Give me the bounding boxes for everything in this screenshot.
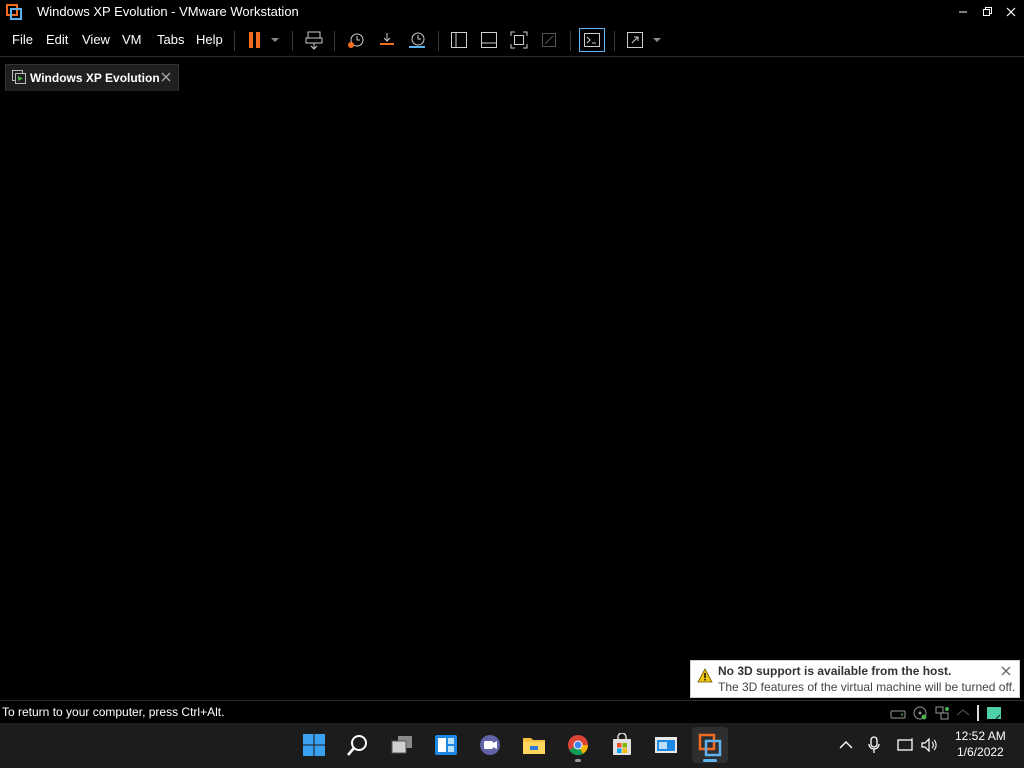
notification-title: No 3D support is available from the host… (718, 664, 952, 678)
status-bar: To return to your computer, press Ctrl+A… (0, 700, 1024, 724)
menu-tabs[interactable]: Tabs (157, 32, 184, 47)
take-snapshot-icon[interactable] (343, 28, 369, 52)
running-indicator (575, 759, 581, 762)
pause-button[interactable] (242, 28, 268, 52)
taskbar-clock-time[interactable]: 12:52 AM (955, 729, 1006, 743)
toolbar-separator (570, 31, 571, 51)
windows-taskbar: 12:52 AM 1/6/2022 (0, 723, 1024, 768)
close-window-button[interactable] (998, 0, 1024, 24)
remote-desktop-icon[interactable] (648, 727, 684, 763)
send-ctrl-alt-del-icon[interactable] (301, 28, 327, 52)
microsoft-store-icon[interactable] (604, 727, 640, 763)
tab-label: Windows XP Evolution (30, 71, 160, 85)
active-indicator (703, 759, 717, 762)
teams-chat-icon[interactable] (472, 727, 508, 763)
task-view-icon[interactable] (384, 727, 420, 763)
toolbar-separator (292, 31, 293, 51)
title-bar: Windows XP Evolution - VMware Workstatio… (0, 0, 1024, 24)
show-hidden-icons-chevron-icon[interactable] (836, 735, 856, 755)
status-message: To return to your computer, press Ctrl+A… (2, 705, 225, 719)
microphone-icon[interactable] (864, 735, 884, 755)
tab-windows-xp-evolution[interactable]: Windows XP Evolution (5, 64, 179, 91)
network-icon[interactable] (896, 735, 916, 755)
notification-body: The 3D features of the virtual machine w… (718, 680, 1016, 694)
menu-vm[interactable]: VM (122, 32, 142, 47)
widgets-icon[interactable] (428, 727, 464, 763)
tab-strip: Windows XP Evolution (0, 57, 1024, 95)
revert-snapshot-icon[interactable] (374, 28, 400, 52)
minimize-button[interactable] (950, 0, 976, 24)
unity-icon[interactable] (536, 28, 562, 52)
show-library-icon[interactable] (446, 28, 472, 52)
cd-dvd-icon[interactable] (912, 705, 928, 721)
status-separator (977, 705, 979, 721)
console-view-icon[interactable] (579, 28, 605, 52)
taskbar-clock-date[interactable]: 1/6/2022 (957, 745, 1004, 759)
stretch-guest-icon[interactable] (622, 28, 648, 52)
toolbar-separator (334, 31, 335, 51)
start-button[interactable] (296, 727, 332, 763)
toolbar-separator (234, 31, 235, 51)
show-thumbnail-bar-icon[interactable] (476, 28, 502, 52)
stretch-dropdown-chevron-icon[interactable] (648, 28, 666, 52)
restore-button[interactable] (974, 0, 1000, 24)
menu-help[interactable]: Help (196, 32, 223, 47)
full-screen-icon[interactable] (506, 28, 532, 52)
vmware-workstation-taskbar-icon[interactable] (692, 727, 728, 763)
window-title: Windows XP Evolution - VMware Workstatio… (37, 4, 299, 19)
vm-console-display[interactable] (0, 95, 1024, 700)
menu-toolbar: File Edit View VM Tabs Help (0, 24, 1024, 57)
message-log-icon[interactable] (986, 705, 1002, 721)
menu-file[interactable]: File (12, 32, 33, 47)
hard-disk-icon[interactable] (890, 705, 906, 721)
search-icon[interactable] (340, 727, 376, 763)
close-notification-icon[interactable] (999, 664, 1013, 678)
menu-view[interactable]: View (82, 32, 110, 47)
vm-running-icon (12, 70, 26, 84)
menu-edit[interactable]: Edit (46, 32, 68, 47)
close-tab-icon[interactable] (158, 69, 174, 85)
network-adapter-icon[interactable] (934, 705, 950, 721)
snapshot-manager-icon[interactable] (404, 28, 430, 52)
chrome-icon[interactable] (560, 727, 596, 763)
warning-icon (697, 668, 713, 684)
vmware-logo-icon (6, 4, 22, 20)
power-dropdown-chevron-icon[interactable] (266, 28, 284, 52)
toolbar-separator (438, 31, 439, 51)
volume-icon[interactable] (920, 735, 940, 755)
no-3d-support-notification: No 3D support is available from the host… (690, 660, 1020, 698)
usb-device-icon[interactable] (955, 705, 971, 721)
toolbar-separator (614, 31, 615, 51)
file-explorer-icon[interactable] (516, 727, 552, 763)
